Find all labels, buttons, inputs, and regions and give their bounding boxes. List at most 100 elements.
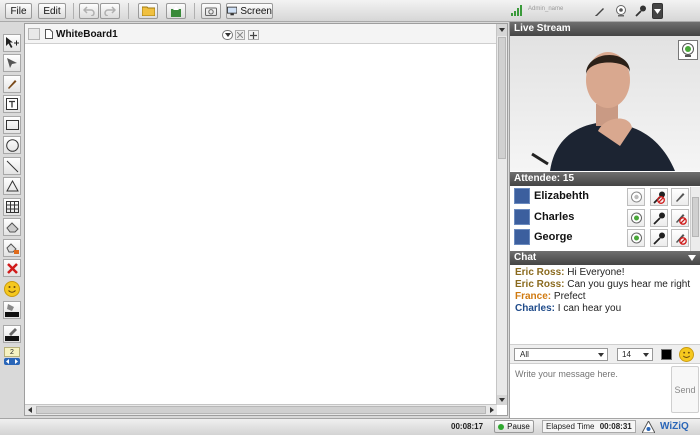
tab-dropdown-button[interactable] (222, 30, 233, 40)
scroll-thumb[interactable] (36, 406, 486, 414)
chat-message: Eric Ross: Hi Everyone! (515, 267, 625, 278)
file-menu-button[interactable]: File (5, 3, 32, 19)
triangle-tool[interactable] (3, 177, 21, 195)
chat-message: Charles: I can hear you (515, 303, 621, 314)
microphone-toggle-button[interactable] (650, 229, 668, 247)
webcam-badge[interactable] (678, 40, 698, 60)
attendee-count-title: Attendee: 15 (514, 173, 575, 184)
webcam-toggle-button[interactable] (627, 188, 645, 206)
send-button[interactable]: Send (671, 366, 699, 413)
ellipse-tool[interactable] (3, 136, 21, 154)
attendee-name: George (534, 231, 573, 243)
collapse-icon[interactable] (688, 255, 696, 261)
chat-sender: Eric Ross: (515, 279, 565, 290)
whiteboard-tab-title[interactable]: WhiteBoard1 (56, 29, 118, 40)
draw-permission-button[interactable] (671, 188, 689, 206)
grid-icon (5, 201, 19, 213)
whiteboard-vertical-scrollbar[interactable] (496, 24, 507, 405)
select-move-tool[interactable] (3, 34, 21, 52)
snapshot-button[interactable] (201, 3, 221, 19)
scroll-right-button[interactable] (487, 405, 497, 415)
user-name: Admin_name (528, 6, 564, 12)
elapsed-time-box: Elapsed Time 00:08:31 (542, 420, 636, 433)
font-size-select[interactable]: 14 (617, 348, 653, 361)
microphone-icon (652, 212, 665, 225)
emoticon-tool[interactable] (3, 280, 21, 298)
scroll-thumb[interactable] (498, 37, 506, 159)
smiley-icon[interactable] (679, 347, 694, 362)
chevron-left-icon (28, 407, 32, 413)
whiteboard-horizontal-scrollbar[interactable] (25, 404, 497, 415)
rectangle-tool[interactable] (3, 116, 21, 134)
table-tool[interactable] (3, 198, 21, 216)
screen-share-button[interactable]: Screen (226, 3, 273, 19)
page-nav-control[interactable] (4, 358, 20, 365)
microphone-toggle-button[interactable] (650, 209, 668, 227)
scroll-down-button[interactable] (497, 395, 507, 405)
chevron-down-icon (598, 353, 604, 357)
attendee-row[interactable]: Elizabehth (512, 187, 690, 207)
microphone-icon (652, 232, 665, 245)
whiteboard-collapse-button[interactable] (28, 28, 40, 40)
chat-controls: All 14 (510, 344, 700, 364)
scroll-thumb[interactable] (692, 197, 699, 237)
open-folder-button[interactable] (138, 3, 158, 19)
triangle-icon (5, 180, 19, 192)
redo-icon (104, 6, 116, 16)
webcam-toggle-button[interactable] (627, 229, 645, 247)
webcam-toggle-button[interactable] (627, 209, 645, 227)
fill-color-tool[interactable] (3, 301, 21, 319)
pen-tool[interactable] (3, 75, 21, 93)
chat-text: Can you guys hear me right (567, 279, 691, 290)
microphone-icon (635, 5, 646, 17)
webcam-button[interactable] (612, 3, 630, 19)
chat-sender: France: (515, 291, 552, 302)
eraser-tool[interactable] (3, 218, 21, 236)
chat-message-input[interactable] (512, 366, 669, 414)
redo-button[interactable] (100, 3, 120, 19)
undo-icon (83, 6, 95, 16)
rectangle-icon (5, 120, 19, 130)
camera-icon (205, 7, 217, 16)
scroll-left-button[interactable] (25, 405, 35, 415)
draw-permission-button[interactable] (671, 209, 689, 227)
clear-tool[interactable] (3, 239, 21, 257)
pen-tool-button[interactable] (591, 3, 609, 19)
chevron-down-icon (654, 8, 661, 14)
add-tab-button[interactable] (248, 30, 259, 40)
edit-menu-button[interactable]: Edit (38, 3, 66, 19)
top-toolbar: File Edit Screen Admin_name (0, 0, 700, 22)
microphone-toggle-button[interactable] (650, 188, 668, 206)
help-network-icon[interactable] (642, 421, 655, 433)
whiteboard-area[interactable]: WhiteBoard1 (24, 23, 508, 416)
tab-close-button[interactable] (235, 30, 245, 40)
chat-messages: Eric Ross: Hi Everyone! Eric Ross: Can y… (510, 266, 700, 344)
arrow-pointer-icon (7, 58, 17, 68)
attendee-row[interactable]: Charles (512, 208, 690, 228)
attendee-list-scrollbar[interactable] (690, 187, 700, 251)
attendee-row[interactable]: George (512, 228, 690, 248)
text-color-swatch[interactable] (661, 349, 672, 360)
line-tool[interactable] (3, 157, 21, 175)
pencil-icon (8, 80, 17, 89)
upload-button[interactable] (166, 3, 186, 19)
live-stream-video[interactable] (510, 36, 700, 171)
attendee-name: Elizabehth (534, 190, 590, 202)
pause-button[interactable]: Pause (494, 420, 534, 433)
delete-tool[interactable] (3, 259, 21, 277)
folder-icon (141, 6, 155, 16)
user-avatar-icon (514, 209, 530, 225)
chat-text: I can hear you (557, 303, 622, 314)
pointer-tool[interactable] (3, 54, 21, 72)
move-cursor-icon (6, 37, 19, 48)
settings-dropdown-button[interactable] (652, 3, 663, 19)
draw-permission-button[interactable] (671, 229, 689, 247)
line-color-tool[interactable] (3, 325, 21, 343)
recipient-select[interactable]: All (514, 348, 608, 361)
text-tool[interactable] (3, 95, 21, 113)
microphone-button[interactable] (632, 3, 650, 19)
webcam-icon (616, 5, 626, 17)
undo-button[interactable] (79, 3, 99, 19)
pen-color-icon (5, 328, 19, 341)
scroll-up-button[interactable] (497, 24, 507, 36)
